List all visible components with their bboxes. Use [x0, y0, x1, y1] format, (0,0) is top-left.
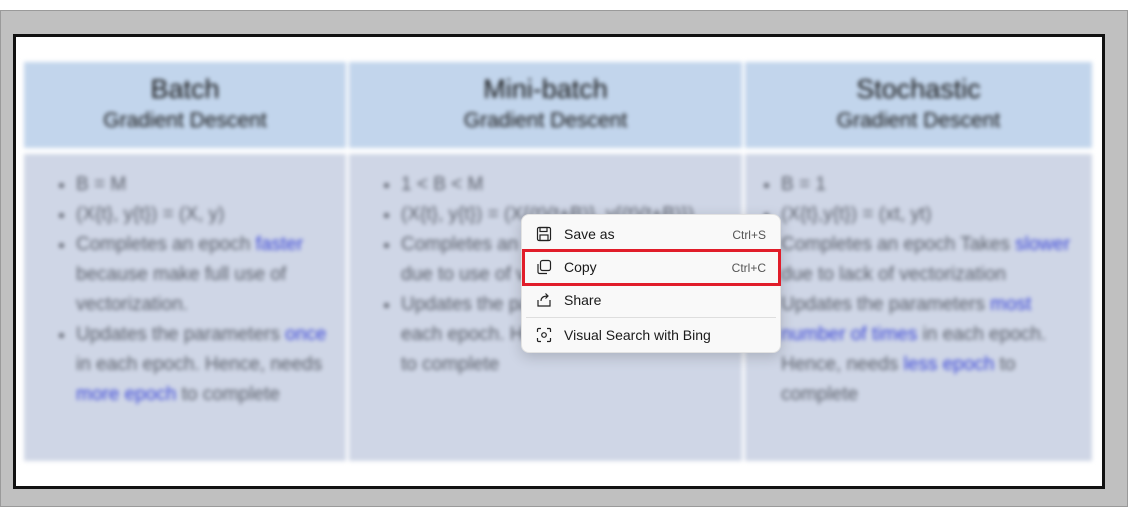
bullet-text: Updates the parameters	[781, 294, 991, 315]
highlighted-text: slower	[1015, 234, 1071, 255]
bullet-text: to complete	[401, 354, 500, 375]
highlight-box	[522, 249, 781, 286]
column-title: Batch	[150, 74, 220, 104]
bullet-text: ) = (x	[850, 204, 895, 225]
bullet-item: B = M	[76, 170, 346, 200]
bullet-text: , y	[437, 204, 459, 225]
share-icon	[537, 293, 551, 307]
save-icon	[536, 226, 552, 242]
menu-item-visual-search[interactable]: Visual Search with Bing	[522, 319, 780, 352]
bullet-text: to complete	[176, 384, 280, 405]
bullet-text: because make full use of vectorization.	[76, 264, 287, 315]
menu-item-save-as[interactable]: Save as Ctrl+S	[522, 218, 780, 251]
bullet-text: {t}	[95, 204, 113, 225]
bullet-text: {t}	[420, 204, 438, 225]
highlighted-text: more epoch	[76, 384, 177, 405]
bullet-text: Completes an epoch Takes	[781, 234, 1016, 255]
column-subtitle: Gradient Descent	[463, 109, 628, 132]
column-subtitle: Gradient Descent	[103, 109, 267, 132]
menu-item-share[interactable]: Share	[522, 284, 780, 317]
bullet-text: , y	[112, 204, 134, 225]
column-body-stochastic: B = 1(X{t},y{t}) = (xt, yt)Completes an …	[745, 154, 1092, 461]
bullet-text: {t}	[800, 204, 818, 225]
bullet-text: ) = (X, y)	[151, 204, 225, 225]
bullet-text: , y	[899, 204, 920, 225]
menu-item-label: Save as	[564, 226, 615, 242]
bullet-text: ) = (X	[476, 204, 524, 225]
bullet-item: Completes an epoch faster because make f…	[76, 230, 346, 320]
bullet-text: Completes an epoch	[76, 234, 256, 255]
menu-item-label: Share	[564, 292, 602, 308]
bullet-item: (X{t},y{t}) = (xt, yt)	[781, 200, 1092, 230]
bullet-item: Updates the parameters once in each epoc…	[76, 320, 346, 410]
bullet-text: Updates the parameters	[76, 324, 286, 345]
bullet-text: {t}	[458, 204, 477, 225]
bullet-text: {t}	[133, 204, 152, 225]
menu-item-shortcut: Ctrl+S	[732, 228, 766, 242]
bullet-text: B = 1	[781, 174, 826, 195]
bullet-item: B = 1	[781, 170, 1092, 200]
highlighted-text: less epoch	[903, 354, 995, 375]
column-subtitle: Gradient Descent	[836, 109, 1001, 132]
column-header-mini-batch: Mini-batch Gradient Descent	[349, 62, 742, 148]
column-header-stochastic: Stochastic Gradient Descent	[745, 62, 1092, 148]
bullet-text: B = M	[76, 174, 127, 195]
menu-separator	[526, 317, 776, 318]
bullet-item: Updates the parameters most number of ti…	[781, 290, 1092, 410]
bullet-text: {t}	[832, 204, 851, 225]
bullet-item: (X{t}, y{t}) = (X, y)	[76, 200, 346, 230]
column-title: Mini-batch	[483, 74, 608, 104]
bullet-text: in each epoch. Hence, needs	[76, 354, 323, 375]
bullet-text: due to lack of vectorization	[781, 264, 1006, 285]
bullet-text: ,y	[817, 204, 833, 225]
column-body-batch: B = M(X{t}, y{t}) = (X, y)Completes an e…	[24, 154, 346, 461]
menu-item-label: Visual Search with Bing	[564, 327, 711, 343]
bullet-item: Completes an epoch Takes slower due to l…	[781, 230, 1092, 290]
highlighted-text: once	[285, 324, 327, 345]
column-title: Stochastic	[856, 74, 981, 104]
bullet-text: )	[925, 204, 932, 225]
bullet-item: 1 < B < M	[401, 170, 742, 200]
highlighted-text: faster	[255, 234, 304, 255]
bullet-text: (X	[781, 204, 800, 225]
column-header-batch: Batch Gradient Descent	[24, 62, 346, 148]
bullet-text: (X	[76, 204, 95, 225]
visual-search-icon	[536, 327, 552, 343]
bullet-text: 1 < B < M	[401, 174, 484, 195]
bullet-text: (X	[401, 204, 420, 225]
